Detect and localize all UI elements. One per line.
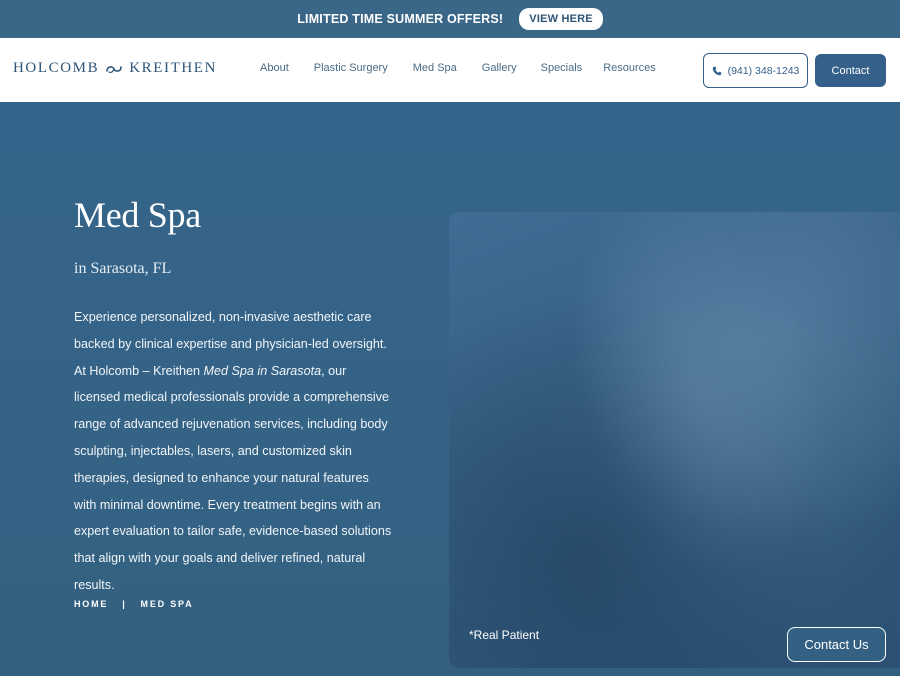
hero-description-emphasis: Med Spa in Sarasota xyxy=(203,363,322,378)
breadcrumb: HOME | MED SPA xyxy=(74,599,193,609)
hero-description: Experience personalized, non-invasive ae… xyxy=(74,304,392,599)
patient-image: *Real Patient xyxy=(449,212,900,668)
breadcrumb-separator: | xyxy=(122,599,127,609)
nav-gallery[interactable]: Gallery xyxy=(482,62,517,74)
logo-text-left: HOLCOMB xyxy=(13,60,100,76)
nav-resources[interactable]: Resources xyxy=(603,62,656,74)
contact-button[interactable]: Contact xyxy=(815,54,886,87)
site-logo[interactable]: HOLCOMB KREITHEN xyxy=(13,60,217,77)
promo-text: LIMITED TIME SUMMER OFFERS! xyxy=(297,12,504,26)
nav-specials[interactable]: Specials xyxy=(541,62,583,74)
floating-contact-button[interactable]: Contact Us xyxy=(787,627,886,662)
page-title: Med Spa xyxy=(74,195,201,235)
hero-section: Med Spa in Sarasota, FL Experience perso… xyxy=(0,102,900,676)
page-subtitle: in Sarasota, FL xyxy=(74,260,172,277)
promo-bar: LIMITED TIME SUMMER OFFERS! VIEW HERE xyxy=(0,0,900,38)
logo-text-right: KREITHEN xyxy=(129,60,218,76)
view-offers-button[interactable]: VIEW HERE xyxy=(519,8,603,30)
image-caption: *Real Patient xyxy=(469,628,540,642)
breadcrumb-home[interactable]: HOME xyxy=(74,599,108,609)
breadcrumb-current: MED SPA xyxy=(140,599,194,609)
phone-number: (941) 348-1243 xyxy=(727,64,800,77)
main-nav: About Plastic Surgery Med Spa Gallery Sp… xyxy=(260,62,656,74)
hero-description-part2: , our licensed medical professionals pro… xyxy=(74,363,392,592)
phone-icon xyxy=(712,66,721,75)
infinity-swirl-icon xyxy=(106,65,123,73)
phone-button[interactable]: (941) 348-1243 xyxy=(703,53,808,88)
nav-plastic-surgery[interactable]: Plastic Surgery xyxy=(314,62,388,74)
nav-about[interactable]: About xyxy=(260,62,289,74)
site-header: HOLCOMB KREITHEN About Plastic Surgery M… xyxy=(0,38,900,102)
nav-med-spa[interactable]: Med Spa xyxy=(413,62,457,74)
